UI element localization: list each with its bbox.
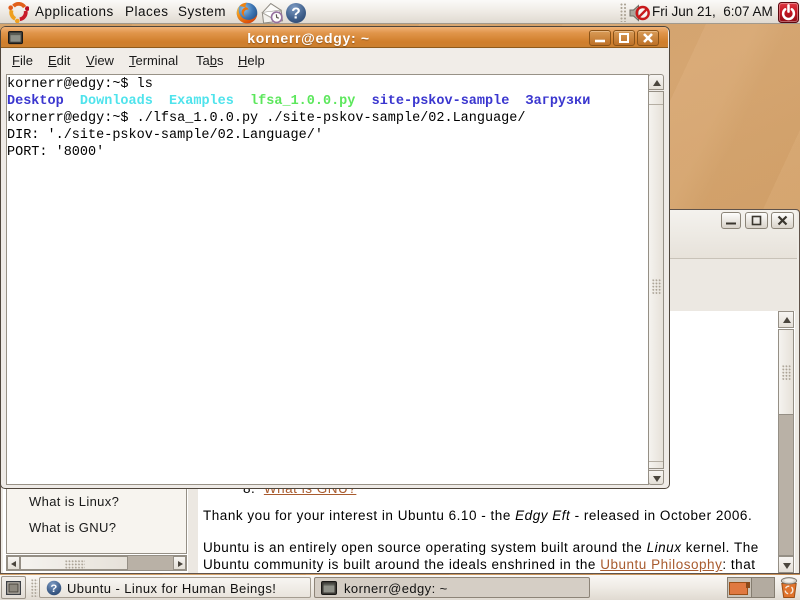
svg-text:?: ?: [291, 6, 300, 23]
svg-text:?: ?: [50, 583, 57, 595]
